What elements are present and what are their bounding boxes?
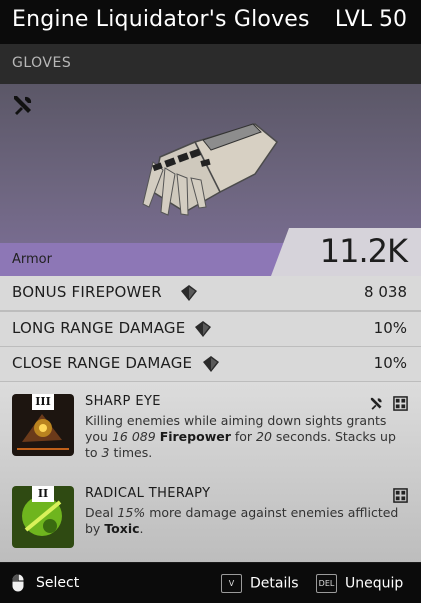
item-level: LVL 50 (334, 7, 407, 32)
mod-sharp-eye[interactable]: III SHARP EYE Killing enemies while aimi… (12, 394, 412, 460)
mod-description: Deal 15% more damage against enemies aff… (85, 505, 399, 536)
stat-label: BONUS FIREPOWER (12, 283, 162, 301)
mod-description: Killing enemies while aiming down sights… (85, 413, 396, 460)
details-action[interactable]: V Details (221, 574, 299, 593)
stat-row: BONUS FIREPOWER 8 038 (0, 276, 421, 312)
grid-icon (393, 396, 408, 411)
armor-value: 11.2K (319, 232, 408, 270)
stat-label: LONG RANGE DAMAGE (12, 319, 186, 337)
stat-value: 10% (373, 319, 407, 337)
shield-gem-icon (181, 285, 197, 301)
action-bar: Select V Details DEL Unequip (0, 563, 421, 603)
key-del: DEL (316, 574, 337, 593)
mod-tier-badge: II (32, 486, 54, 502)
shield-gem-icon (203, 356, 219, 372)
wrench-screwdriver-icon (370, 397, 382, 410)
mod-tier-badge: III (32, 394, 54, 410)
item-type: GLOVES (12, 55, 72, 71)
stat-label: CLOSE RANGE DAMAGE (12, 354, 193, 372)
stat-value: 8 038 (364, 283, 407, 301)
armor-label: Armor (12, 252, 52, 267)
item-title-bar: Engine Liquidator's Gloves LVL 50 (0, 0, 421, 44)
mouse-icon (12, 574, 24, 592)
stat-value: 10% (373, 354, 407, 372)
key-v: V (221, 574, 242, 593)
mods-panel: III SHARP EYE Killing enemies while aimi… (0, 382, 421, 562)
wrench-screwdriver-icon (14, 96, 32, 115)
item-name: Engine Liquidator's Gloves (12, 7, 310, 32)
select-action[interactable]: Select (12, 574, 79, 592)
stat-row: CLOSE RANGE DAMAGE 10% (0, 347, 421, 383)
mod-title: RADICAL THERAPY (85, 486, 211, 501)
item-type-bar: GLOVES (0, 44, 421, 84)
details-label: Details (250, 575, 299, 592)
select-label: Select (36, 575, 80, 591)
stat-row: LONG RANGE DAMAGE 10% (0, 312, 421, 348)
unequip-action[interactable]: DEL Unequip (316, 574, 403, 593)
grid-icon (393, 488, 408, 503)
shield-gem-icon (195, 321, 211, 337)
glove-image (142, 123, 279, 216)
mod-radical-therapy[interactable]: II RADICAL THERAPY Deal 15% more damage … (12, 486, 412, 552)
unequip-label: Unequip (345, 575, 404, 592)
mod-title: SHARP EYE (85, 394, 161, 409)
